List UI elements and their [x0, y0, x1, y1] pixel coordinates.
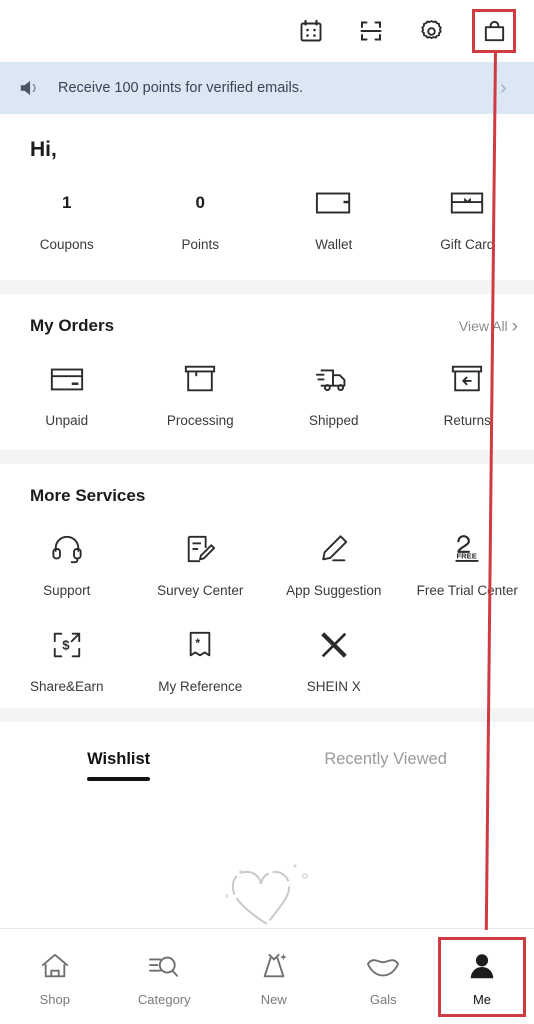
asset-item-coupons[interactable]: 1 Coupons — [0, 182, 134, 252]
tab-label: Wishlist — [87, 750, 151, 768]
service-label: My Reference — [158, 679, 243, 694]
order-label: Unpaid — [45, 413, 89, 428]
view-all-orders-button[interactable]: View All › — [459, 317, 518, 336]
order-item-processing[interactable]: Processing — [134, 358, 268, 428]
category-search-icon — [148, 946, 180, 986]
order-label: Processing — [166, 413, 234, 428]
order-item-unpaid[interactable]: Unpaid — [0, 358, 134, 428]
gear-icon[interactable] — [412, 12, 450, 50]
tab-active-underline — [324, 777, 447, 781]
service-item-free-trial-center[interactable]: FREE Free Trial Center — [401, 528, 534, 598]
service-item-my-reference[interactable]: * My Reference — [134, 624, 268, 694]
order-label: Shipped — [308, 413, 359, 428]
section-divider — [0, 708, 534, 722]
chevron-right-icon: › — [511, 315, 518, 337]
nav-item-gals[interactable]: Gals — [329, 929, 439, 1024]
service-label: Survey Center — [157, 583, 244, 598]
calendar-checkin-icon[interactable] — [292, 12, 330, 50]
orders-title: My Orders — [30, 316, 115, 335]
nav-label: Gals — [369, 992, 397, 1007]
tab-recently-viewed[interactable]: Recently Viewed — [324, 750, 447, 787]
svg-text:$: $ — [62, 638, 70, 653]
survey-pencil-icon — [184, 528, 216, 570]
tab-active-underline — [87, 777, 151, 781]
share-earn-icon: $ — [51, 624, 83, 666]
bottom-navigation: Shop Category New Gals Me — [0, 928, 534, 1024]
service-label: SHEIN X — [306, 679, 361, 694]
gift-card-icon — [448, 182, 486, 224]
lips-icon — [366, 946, 400, 986]
nav-item-new[interactable]: New — [219, 929, 329, 1024]
section-divider — [0, 450, 534, 464]
credit-card-icon — [49, 358, 85, 400]
asset-item-wallet[interactable]: Wallet — [267, 182, 401, 252]
order-item-shipped[interactable]: Shipped — [267, 358, 401, 428]
service-item-shein-x[interactable]: SHEIN X — [267, 624, 401, 694]
points-count: 0 — [195, 193, 205, 212]
tab-wishlist[interactable]: Wishlist — [87, 750, 151, 787]
services-row-2: $ Share&Earn * My Reference SHEIN X — [0, 624, 534, 694]
shopping-bag-icon[interactable] — [472, 9, 516, 53]
svg-text:*: * — [196, 636, 201, 650]
svg-text:FREE: FREE — [457, 552, 477, 561]
free-trial-icon: FREE — [447, 528, 487, 570]
section-divider — [0, 280, 534, 294]
orders-section-header: My Orders View All › — [0, 294, 534, 336]
nav-label: Me — [472, 992, 492, 1007]
content-tabs: Wishlist Recently Viewed — [0, 722, 534, 787]
assets-grid: 1 Coupons 0 Points Wallet Gift Card — [0, 170, 534, 280]
person-icon — [467, 946, 497, 986]
top-bar — [0, 0, 534, 62]
home-icon — [40, 946, 70, 986]
service-label: Free Trial Center — [416, 583, 518, 598]
asset-item-points[interactable]: 0 Points — [134, 182, 268, 252]
service-item-share-and-earn[interactable]: $ Share&Earn — [0, 624, 134, 694]
services-section-header: More Services — [0, 464, 534, 506]
service-label: Share&Earn — [29, 679, 104, 694]
services-grid: Support Survey Center App Suggestion FRE… — [0, 506, 534, 708]
services-title: More Services — [30, 486, 146, 505]
headset-icon — [51, 528, 83, 570]
page-title: Hi, — [30, 138, 57, 161]
order-item-returns[interactable]: Returns — [401, 358, 534, 428]
asset-item-gift-card[interactable]: Gift Card — [401, 182, 534, 252]
empty-wishlist-illustration — [0, 862, 534, 924]
tab-label: Recently Viewed — [324, 750, 447, 768]
scan-icon[interactable] — [352, 12, 390, 50]
asset-label: Points — [181, 237, 220, 252]
nav-label: Shop — [39, 992, 70, 1007]
nav-item-shop[interactable]: Shop — [0, 929, 110, 1024]
shein-x-icon — [318, 624, 350, 666]
heart-outline-icon — [225, 864, 308, 924]
return-box-icon — [450, 358, 484, 400]
asset-label: Gift Card — [440, 237, 495, 252]
me-account-screen: Receive 100 points for verified emails. … — [0, 0, 534, 1024]
pencil-icon — [318, 528, 350, 570]
points-promo-banner[interactable]: Receive 100 points for verified emails. … — [0, 62, 534, 114]
service-item-support[interactable]: Support — [0, 528, 134, 598]
view-all-label: View All — [458, 318, 508, 334]
delivery-truck-icon — [315, 358, 353, 400]
order-label: Returns — [443, 413, 491, 428]
nav-label: Category — [137, 992, 191, 1007]
services-row-1: Support Survey Center App Suggestion FRE… — [0, 528, 534, 598]
chevron-right-icon[interactable]: › — [500, 78, 518, 98]
package-box-icon — [183, 358, 217, 400]
megaphone-icon — [18, 78, 52, 98]
service-item-survey-center[interactable]: Survey Center — [134, 528, 268, 598]
banner-text: Receive 100 points for verified emails. — [58, 80, 304, 96]
service-label: Support — [43, 583, 91, 598]
wallet-icon — [315, 182, 353, 224]
service-label: App Suggestion — [286, 583, 382, 598]
reference-ribbon-icon: * — [186, 624, 214, 666]
coupons-count: 1 — [62, 193, 72, 212]
asset-label: Coupons — [39, 237, 94, 252]
asset-label: Wallet — [315, 237, 353, 252]
nav-item-category[interactable]: Category — [110, 929, 220, 1024]
service-item-app-suggestion[interactable]: App Suggestion — [267, 528, 401, 598]
nav-item-me[interactable]: Me — [438, 936, 526, 1017]
dress-sparkle-icon — [259, 946, 289, 986]
nav-label: New — [260, 992, 287, 1007]
orders-grid: Unpaid Processing Shipped Returns — [0, 336, 534, 450]
